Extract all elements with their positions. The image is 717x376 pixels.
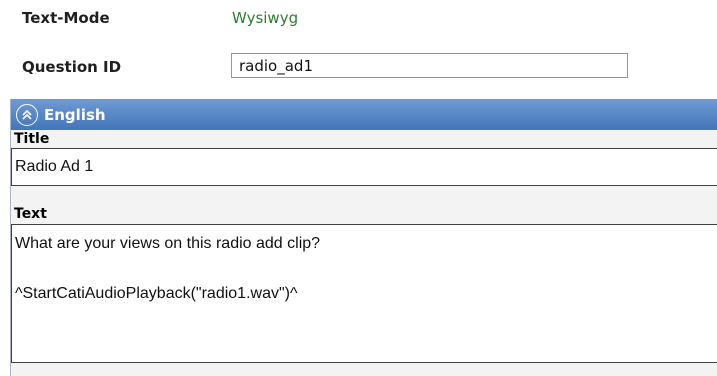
title-input[interactable]	[11, 148, 717, 186]
text-mode-label: Text-Mode	[22, 9, 110, 27]
wysiwyg-link[interactable]: Wysiwyg	[232, 9, 298, 27]
text-textarea[interactable]: What are your views on this radio add cl…	[11, 224, 717, 363]
english-panel: English Title Text What are your views o…	[10, 99, 717, 376]
title-label: Title	[14, 131, 50, 147]
collapse-up-icon[interactable]	[16, 103, 38, 126]
panel-header: English	[11, 99, 717, 130]
question-id-label: Question ID	[22, 58, 122, 76]
question-id-input[interactable]	[231, 53, 628, 78]
panel-header-label: English	[44, 105, 106, 124]
text-label: Text	[14, 206, 47, 222]
